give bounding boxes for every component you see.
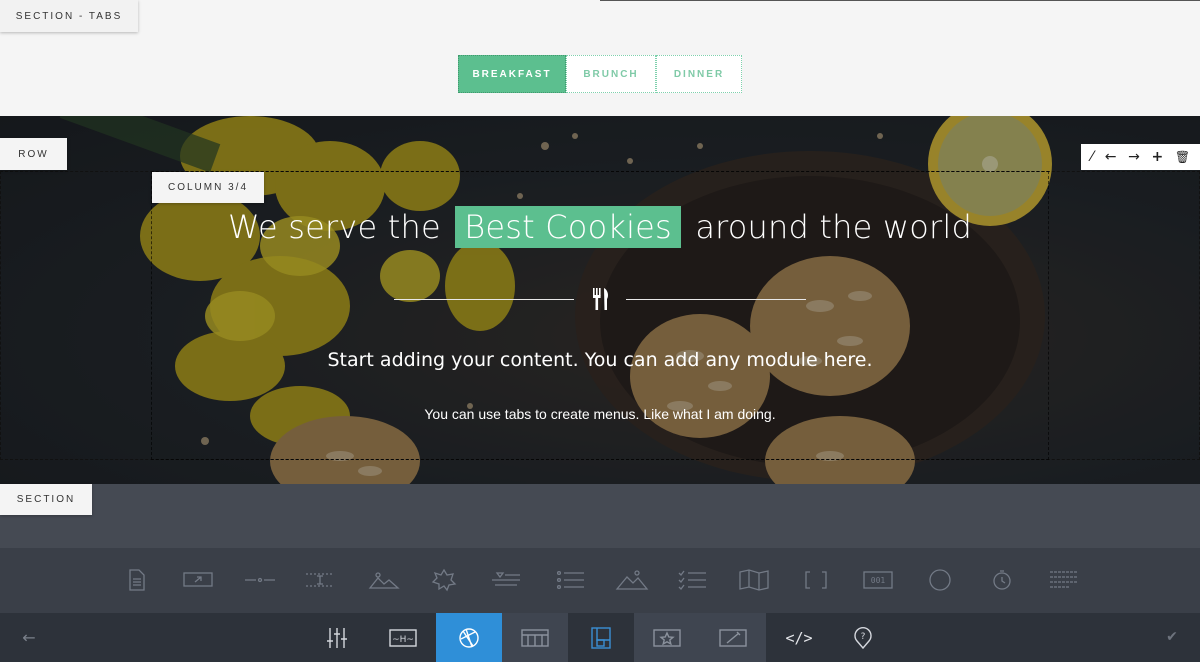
settings-sliders-icon[interactable]: [304, 613, 370, 662]
icon-list-module-icon[interactable]: [486, 566, 526, 594]
hero-title-highlight: Best Cookies: [455, 206, 681, 248]
svg-text:?: ?: [861, 632, 866, 642]
wand-icon[interactable]: ⁄: [1091, 150, 1093, 164]
svg-text:~H~: ~H~: [392, 635, 414, 645]
rating-icon[interactable]: [634, 613, 700, 662]
fork-knife-icon: [593, 288, 608, 310]
row-label[interactable]: ROW: [0, 138, 67, 170]
divider-right: [626, 299, 806, 300]
spacer-module-icon[interactable]: [300, 566, 340, 594]
shortcode-module-icon[interactable]: [796, 566, 836, 594]
counter-module-icon[interactable]: 001: [858, 566, 898, 594]
icon-module-icon[interactable]: [424, 566, 464, 594]
section-tabs-label[interactable]: SECTION - TABS: [0, 0, 138, 32]
tab-brunch[interactable]: BRUNCH: [566, 55, 656, 93]
table-icon[interactable]: [502, 613, 568, 662]
edit-image-icon[interactable]: [700, 613, 766, 662]
divider-left: [394, 299, 574, 300]
checkmark-icon[interactable]: ✔: [1160, 620, 1184, 654]
hero-small-text: You can use tabs to create menus. Like w…: [424, 406, 776, 422]
tab-dinner[interactable]: DINNER: [656, 55, 742, 93]
button-module-icon[interactable]: [178, 566, 218, 594]
gallery-module-icon[interactable]: [612, 566, 652, 594]
tab-breakfast[interactable]: BREAKFAST: [458, 55, 566, 93]
countdown-module-icon[interactable]: [982, 566, 1022, 594]
empty-section: [0, 484, 1200, 548]
checklist-module-icon[interactable]: [672, 566, 712, 594]
hero-heading: We serve the Best Cookies around the wor…: [0, 206, 1200, 248]
map-pin-help-icon[interactable]: ?: [830, 613, 896, 662]
divider-module-icon[interactable]: [240, 566, 280, 594]
svg-text:001: 001: [871, 576, 886, 585]
map-module-icon[interactable]: [734, 566, 774, 594]
modules-bar: 001: [0, 548, 1200, 613]
hero-title-after: around the world: [695, 208, 972, 246]
text-module-icon[interactable]: [116, 566, 156, 594]
plus-icon[interactable]: +: [1152, 150, 1164, 164]
column-label[interactable]: COLUMN 3/4: [152, 172, 264, 203]
row-toolbar: ⁄ ← → + 🗑: [1081, 144, 1200, 170]
section-label[interactable]: SECTION: [0, 484, 92, 515]
tab-bar: BREAKFAST BRUNCH DINNER: [458, 55, 742, 93]
layout-icon[interactable]: [568, 613, 634, 662]
code-label: </>: [785, 628, 813, 647]
back-arrow-icon[interactable]: ←: [18, 620, 40, 654]
globe-icon[interactable]: [436, 613, 502, 662]
image-module-icon[interactable]: [364, 566, 404, 594]
hero-row: ROW COLUMN 3/4 ⁄ ← → + 🗑 We serve the Be…: [0, 116, 1200, 484]
progress-circle-module-icon[interactable]: [920, 566, 960, 594]
code-icon[interactable]: </>: [766, 613, 832, 662]
arrow-right-icon[interactable]: →: [1128, 150, 1140, 164]
heading-icon[interactable]: ~H~: [370, 613, 436, 662]
arrow-left-icon[interactable]: ←: [1105, 150, 1117, 164]
trash-icon[interactable]: 🗑: [1175, 151, 1190, 163]
top-border: [600, 0, 1200, 1]
tabs-module-icon[interactable]: [1044, 566, 1084, 594]
hero-title-before: We serve the: [227, 208, 441, 246]
builder-toolbar: ~H~ </> ?: [0, 613, 1200, 662]
hero-subtitle: Start adding your content. You can add a…: [327, 349, 873, 371]
list-module-icon[interactable]: [550, 566, 590, 594]
